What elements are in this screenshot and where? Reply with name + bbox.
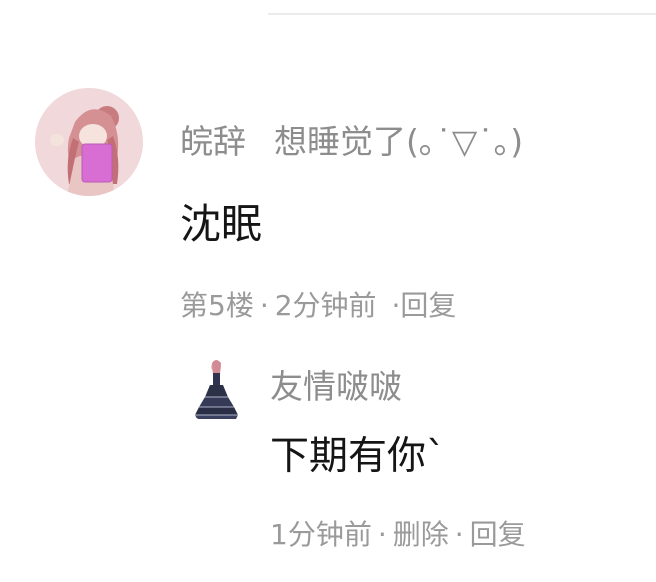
commenter-name-line: 皖辞 想睡觉了(｡˙▽˙｡) — [180, 120, 523, 164]
reply-time: 1分钟前 — [270, 518, 372, 551]
reply-text: 下期有你` — [270, 434, 446, 479]
floor-label: 第5楼 — [180, 289, 254, 322]
reply-button[interactable]: 回复 — [400, 289, 456, 322]
commenter-avatar[interactable] — [35, 88, 143, 196]
reply-to-reply-button[interactable]: 回复 — [470, 518, 526, 551]
separator-dot: · — [391, 289, 401, 322]
replier-avatar[interactable] — [182, 353, 254, 425]
separator-dot: · — [377, 518, 387, 551]
separator-dot: · — [454, 518, 464, 551]
divider — [268, 13, 656, 15]
delete-button[interactable]: 删除 — [393, 518, 449, 551]
comment-time: 2分钟前 — [274, 289, 377, 322]
avatar-image — [182, 353, 254, 425]
reply-meta: 1分钟前 · 删除 · 回复 — [270, 515, 526, 555]
comment-text: 沈眠 — [180, 200, 262, 248]
commenter-name[interactable]: 皖辞 — [180, 122, 246, 161]
commenter-signature: 想睡觉了(｡˙▽˙｡) — [274, 122, 524, 161]
replier-name[interactable]: 友情啵啵 — [270, 365, 402, 409]
avatar-image — [35, 88, 143, 196]
comment-meta: 第5楼 · 2分钟前 ·回复 — [180, 286, 456, 326]
comment-thread: 皖辞 想睡觉了(｡˙▽˙｡) 沈眠 第5楼 · 2分钟前 ·回复 友情啵啵 下期有你` — [0, 0, 656, 582]
separator-dot: · — [259, 289, 269, 322]
